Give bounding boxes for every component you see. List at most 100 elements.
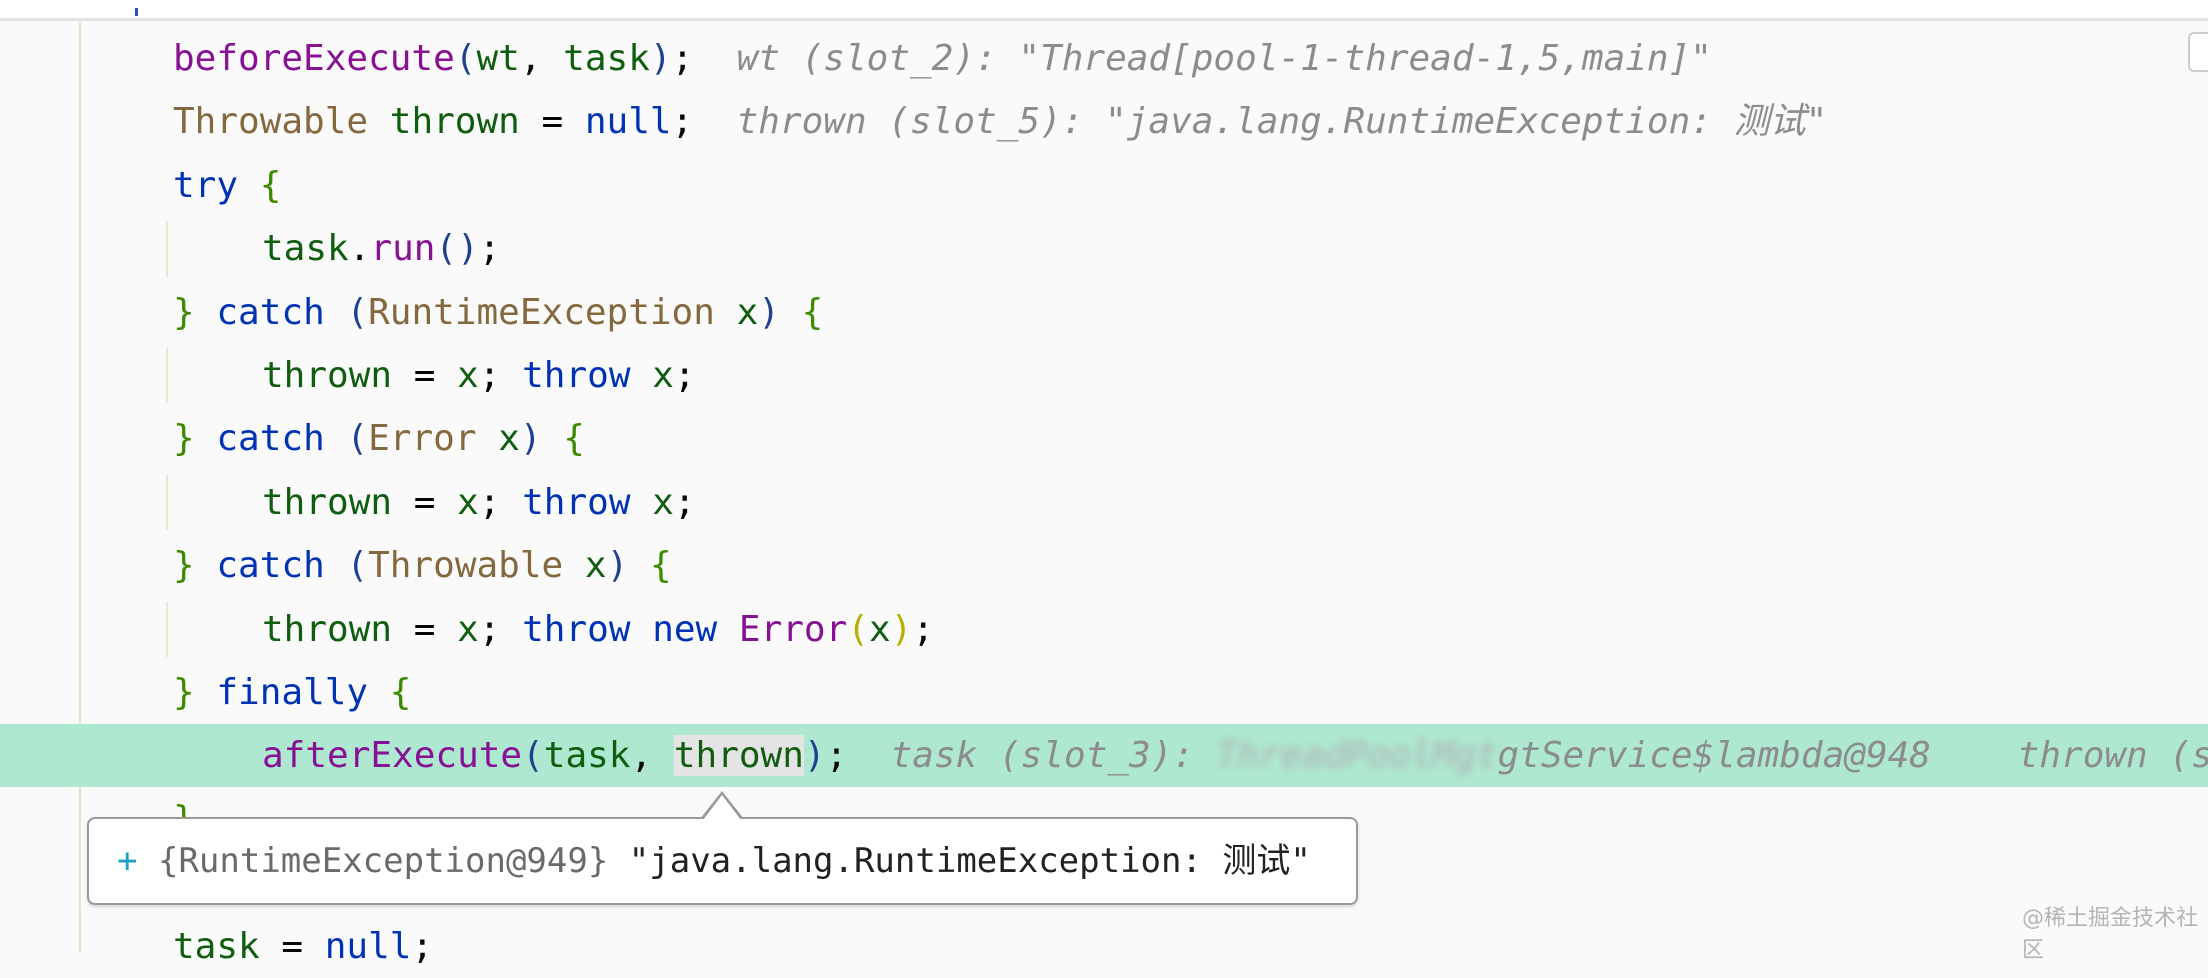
code-token: Throwable: [173, 101, 368, 142]
code-token: throw: [522, 482, 630, 523]
editor-top-border: [0, 0, 2208, 21]
inline-debug-hint: thrown (slot_5): "java.lang.RuntimeExcep…: [737, 101, 1828, 142]
code-text: } finally {: [173, 661, 411, 724]
plus-icon[interactable]: +: [117, 841, 137, 881]
code-token: catch: [216, 292, 324, 333]
code-token: [195, 672, 217, 713]
code-token: x: [498, 418, 520, 459]
code-token: [238, 165, 260, 206]
code-token: (: [346, 292, 368, 333]
code-token: ;: [411, 926, 433, 967]
code-line[interactable]: try {: [0, 154, 2208, 217]
code-token: (: [346, 545, 368, 586]
code-token: (: [847, 609, 869, 650]
code-token: ;: [912, 609, 934, 650]
code-line[interactable]: thrown = x; throw new Error(x);: [0, 598, 2208, 661]
code-line[interactable]: beforeExecute(wt, task); wt (slot_2): "T…: [0, 27, 2208, 90]
code-token: ;: [479, 609, 522, 650]
code-token: ;: [672, 101, 694, 142]
code-line[interactable]: } catch (Throwable x) {: [0, 534, 2208, 597]
code-text: try {: [173, 154, 281, 217]
code-token: [368, 101, 390, 142]
code-token: wt: [476, 38, 519, 79]
code-token: =: [260, 926, 325, 967]
code-token: x: [652, 355, 674, 396]
code-token: [631, 482, 653, 523]
code-token: finally: [216, 672, 368, 713]
code-token: ): [804, 735, 826, 776]
execution-line[interactable]: afterExecute(task, thrown); task (slot_3…: [0, 724, 2208, 787]
code-token: {: [260, 165, 282, 206]
code-token: ): [520, 418, 542, 459]
code-token: [325, 292, 347, 333]
code-token: [631, 609, 653, 650]
code-text: beforeExecute(wt, task); wt (slot_2): "T…: [173, 27, 1712, 90]
code-token: thrown: [674, 735, 804, 776]
code-token: [325, 418, 347, 459]
code-token: (): [435, 228, 478, 269]
code-token: ,: [520, 38, 563, 79]
code-text: afterExecute(task, thrown); task (slot_3…: [262, 724, 2208, 787]
code-token: {: [563, 418, 585, 459]
code-text: thrown = x; throw x;: [262, 471, 696, 534]
code-token: }: [173, 292, 195, 333]
code-text: } catch (Error x) {: [173, 407, 585, 470]
debug-value-tooltip: + {RuntimeException@949} "java.lang.Runt…: [87, 817, 1358, 905]
code-line[interactable]: } finally {: [0, 661, 2208, 724]
code-line[interactable]: task = null;: [0, 915, 2208, 978]
code-token: =: [392, 609, 457, 650]
code-token: beforeExecute: [173, 38, 455, 79]
code-token: {: [802, 292, 824, 333]
code-token: x: [652, 482, 674, 523]
code-token: catch: [216, 545, 324, 586]
code-line[interactable]: thrown = x; throw x;: [0, 471, 2208, 534]
code-token: (: [346, 418, 368, 459]
code-token: x: [457, 355, 479, 396]
tooltip-type: {RuntimeException@949}: [158, 841, 608, 881]
code-token: [325, 545, 347, 586]
inline-debug-hint: task (slot_3):: [891, 735, 1216, 776]
code-token: (: [522, 735, 544, 776]
code-token: task: [544, 735, 631, 776]
code-token: run: [370, 228, 435, 269]
code-token: task: [262, 228, 349, 269]
code-token: [631, 355, 653, 396]
code-token: ;: [479, 228, 501, 269]
code-token: .: [349, 228, 371, 269]
code-token: thrown: [262, 355, 392, 396]
code-line[interactable]: Throwable thrown = null; thrown (slot_5)…: [0, 90, 2208, 153]
code-token: task: [563, 38, 650, 79]
code-token: ;: [826, 735, 848, 776]
code-token: thrown: [262, 609, 392, 650]
code-text: Throwable thrown = null; thrown (slot_5)…: [173, 90, 1827, 153]
code-line[interactable]: thrown = x; throw x;: [0, 344, 2208, 407]
code-line[interactable]: task.run();: [0, 217, 2208, 280]
code-token: ): [607, 545, 629, 586]
code-token: [368, 672, 390, 713]
code-token: ): [891, 609, 913, 650]
code-token: null: [585, 101, 672, 142]
code-token: null: [325, 926, 412, 967]
code-text: } catch (Throwable x) {: [173, 534, 672, 597]
code-token: x: [869, 609, 891, 650]
code-token: }: [173, 418, 195, 459]
code-token: =: [520, 101, 585, 142]
code-token: catch: [216, 418, 324, 459]
code-line[interactable]: } catch (Error x) {: [0, 407, 2208, 470]
inline-debug-hint-tail: gtService$lambda@948 thrown (s: [1498, 735, 2208, 776]
code-text: } catch (RuntimeException x) {: [173, 281, 823, 344]
watermark: @稀土掘金技术社区: [2022, 900, 2208, 964]
code-token: {: [390, 672, 412, 713]
code-token: [715, 292, 737, 333]
code-token: ): [758, 292, 780, 333]
code-token: x: [737, 292, 759, 333]
code-token: [563, 545, 585, 586]
code-token: [780, 292, 802, 333]
code-token: ;: [479, 482, 522, 523]
code-token: [195, 418, 217, 459]
code-token: [477, 418, 499, 459]
code-token: x: [457, 609, 479, 650]
code-line[interactable]: } catch (RuntimeException x) {: [0, 281, 2208, 344]
code-token: =: [392, 355, 457, 396]
code-token: ;: [674, 355, 696, 396]
